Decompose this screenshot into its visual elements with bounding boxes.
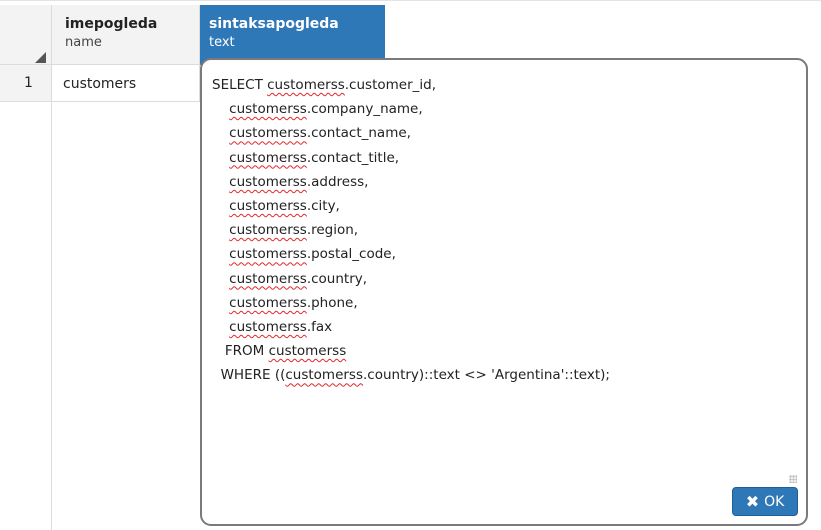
misspelled-word: customerss [229, 198, 307, 215]
misspelled-word: customerss [229, 101, 307, 118]
sql-line: customerss.phone, [212, 291, 796, 315]
sql-line: customerss.region, [212, 218, 796, 242]
sql-text: .city, [306, 198, 340, 215]
misspelled-word: customerss [229, 246, 307, 263]
sql-line: customerss.contact_title, [212, 146, 796, 170]
misspelled-word: customerss [229, 173, 307, 190]
misspelled-word: customerss [229, 319, 307, 336]
ok-button-label: OK [764, 493, 785, 510]
sql-text: .company_name, [306, 101, 423, 118]
sql-text: SELECT [212, 77, 268, 93]
sql-line: FROM customerss [212, 339, 796, 363]
misspelled-word: customerss [229, 222, 307, 239]
sql-line: customerss.address, [212, 170, 796, 194]
row-number-gutter [0, 102, 52, 530]
sql-text: .contact_title, [306, 149, 400, 166]
column-type: text [209, 35, 235, 50]
sql-line: WHERE ((customerss.country)::text <> 'Ar… [212, 363, 796, 387]
misspelled-word: customerss [229, 270, 307, 287]
sql-line: customerss.city, [212, 194, 796, 218]
resize-grip-icon[interactable] [789, 475, 797, 483]
sql-text: WHERE (( [212, 367, 286, 384]
column-header-sintaksapogleda[interactable]: sintaksapogleda text [200, 5, 385, 65]
sql-line: customerss.postal_code, [212, 242, 796, 266]
row-number[interactable]: 1 [0, 65, 52, 102]
grid-corner-header[interactable] [0, 5, 52, 65]
sql-text: .country)::text <> 'Argentina'::text); [363, 367, 610, 384]
sql-text: .postal_code, [306, 246, 396, 263]
sql-text: .phone, [306, 294, 358, 311]
misspelled-word: customerss [285, 367, 363, 384]
sql-text: .fax [306, 319, 333, 336]
column-name: sintaksapogleda [209, 16, 339, 32]
table-cell-imepogleda[interactable]: customers [52, 65, 200, 102]
sql-text: FROM [212, 343, 269, 360]
top-divider [0, 0, 821, 1]
column-header-imepogleda[interactable]: imepogleda name [52, 5, 200, 65]
misspelled-word: customerss [229, 149, 307, 166]
close-icon: ✖ [745, 491, 760, 511]
sort-indicator-icon [35, 52, 46, 63]
column-name: imepogleda [65, 16, 158, 32]
sql-text: .country, [306, 270, 368, 287]
sql-text: .address, [306, 173, 369, 190]
sql-line: customerss.company_name, [212, 97, 796, 121]
data-grid: imepogleda name sintaksapogleda text 1 c… [0, 0, 821, 530]
sql-text: .contact_name, [306, 125, 411, 142]
misspelled-word: customerss [267, 77, 345, 93]
misspelled-word: customerss [268, 343, 347, 360]
ok-button[interactable]: ✖ OK [732, 487, 798, 516]
misspelled-word: customerss [229, 294, 307, 311]
sql-line: customerss.fax [212, 315, 796, 339]
misspelled-word: customerss [229, 125, 307, 142]
sql-editor-textarea[interactable]: SELECT customerss.customer_id, customers… [212, 73, 796, 388]
text-cell-editor[interactable]: SELECT customerss.customer_id, customers… [200, 58, 808, 526]
column-type: name [65, 35, 102, 50]
sql-line: customerss.country, [212, 267, 796, 291]
sql-line: customerss.contact_name, [212, 121, 796, 145]
sql-text: .region, [306, 222, 359, 239]
sql-line: SELECT customerss.customer_id, [212, 73, 796, 97]
sql-text: .customer_id, [344, 77, 436, 93]
